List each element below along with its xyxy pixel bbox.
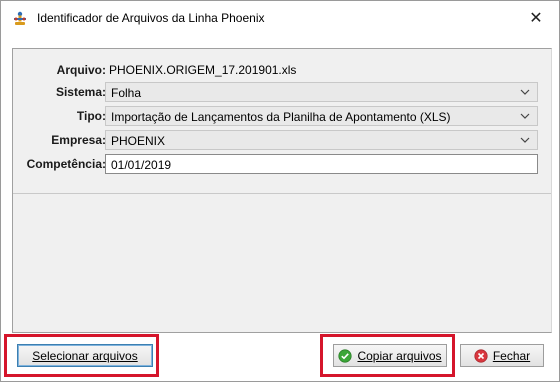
- chevron-down-icon: [520, 89, 530, 95]
- select-files-label: Selecionar arquivos: [32, 348, 138, 363]
- arquivo-value: PHOENIX.ORIGEM_17.201901.xls: [109, 63, 297, 77]
- title-bar: Identificador de Arquivos da Linha Phoen…: [1, 1, 559, 34]
- window-title: Identificador de Arquivos da Linha Phoen…: [37, 11, 265, 25]
- copy-files-label: Copiar arquivos: [357, 348, 442, 363]
- sistema-row: Sistema: Folha: [13, 81, 551, 103]
- competencia-input[interactable]: 01/01/2019: [105, 154, 538, 174]
- window-close-button[interactable]: ✕: [513, 1, 559, 34]
- tipo-label: Tipo:: [76, 109, 106, 123]
- sistema-label: Sistema:: [55, 85, 106, 99]
- sistema-select[interactable]: Folha: [105, 82, 538, 102]
- phoenix-app-icon: [14, 11, 26, 25]
- form-area: Arquivo: PHOENIX.ORIGEM_17.201901.xls Si…: [13, 49, 551, 194]
- close-button[interactable]: Fechar: [460, 344, 544, 367]
- arquivo-label: Arquivo:: [56, 63, 106, 77]
- chevron-down-icon: [520, 113, 530, 119]
- dialog-window: Identificador de Arquivos da Linha Phoen…: [0, 0, 560, 382]
- close-label: Fechar: [492, 348, 531, 363]
- competencia-value: 01/01/2019: [111, 158, 172, 172]
- check-icon: [338, 348, 353, 363]
- competencia-row: Competência: 01/01/2019: [13, 153, 551, 175]
- main-panel: Arquivo: PHOENIX.ORIGEM_17.201901.xls Si…: [12, 48, 552, 333]
- tipo-value: Importação de Lançamentos da Planilha de…: [111, 110, 451, 124]
- empresa-row: Empresa: PHOENIX: [13, 129, 551, 151]
- empresa-label: Empresa:: [51, 133, 106, 147]
- tipo-select[interactable]: Importação de Lançamentos da Planilha de…: [105, 106, 538, 126]
- empresa-value: PHOENIX: [111, 134, 166, 148]
- select-files-button[interactable]: Selecionar arquivos: [17, 344, 153, 367]
- cancel-icon: [474, 348, 488, 363]
- tipo-row: Tipo: Importação de Lançamentos da Plani…: [13, 105, 551, 127]
- arquivo-row: Arquivo: PHOENIX.ORIGEM_17.201901.xls: [13, 59, 551, 81]
- competencia-label: Competência:: [26, 157, 106, 171]
- chevron-down-icon: [520, 137, 530, 143]
- copy-files-button[interactable]: Copiar arquivos: [333, 344, 447, 367]
- empresa-select[interactable]: PHOENIX: [105, 130, 538, 150]
- close-icon: ✕: [529, 9, 543, 27]
- sistema-value: Folha: [111, 86, 142, 100]
